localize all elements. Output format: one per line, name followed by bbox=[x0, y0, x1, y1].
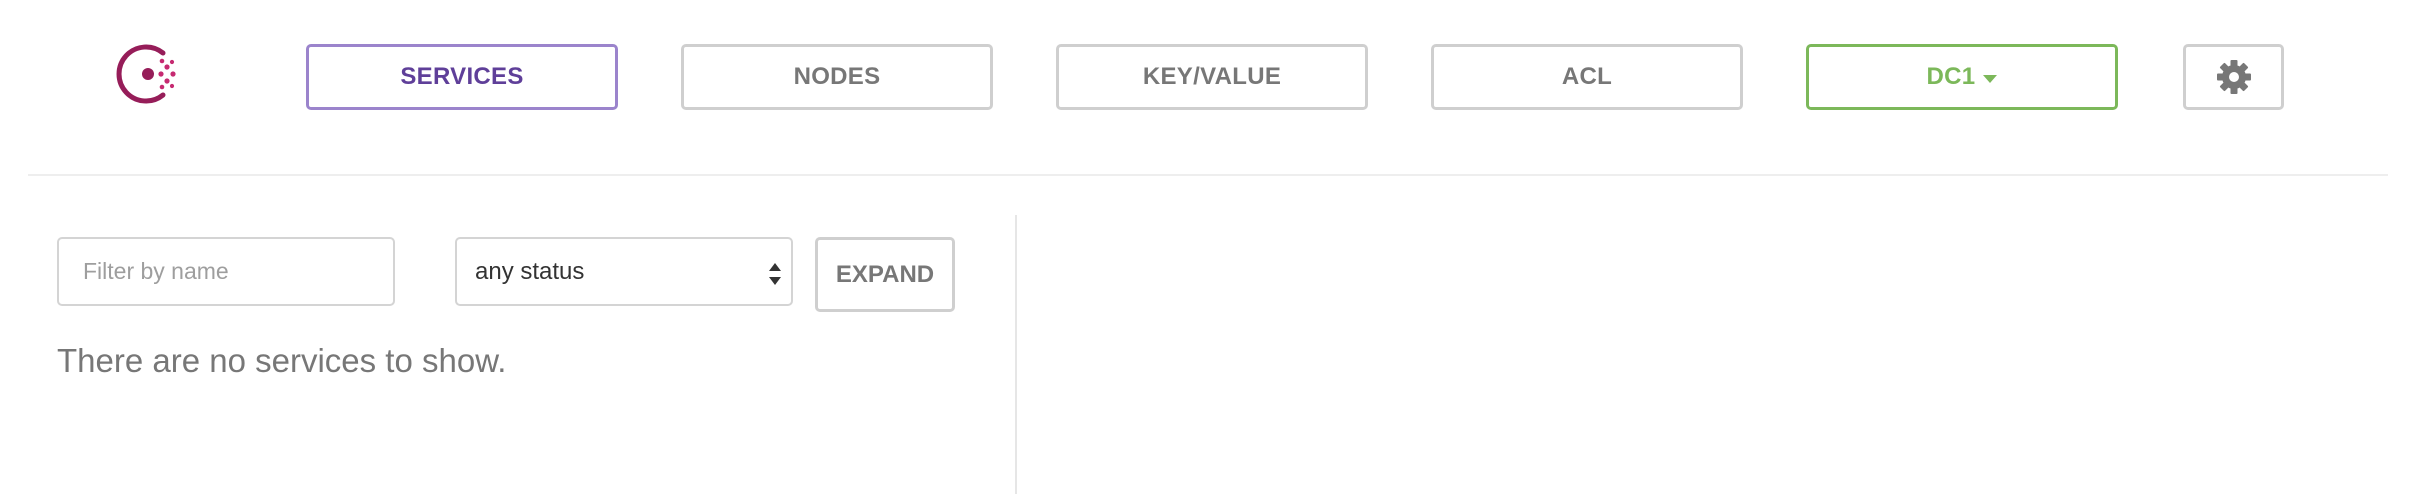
status-select-value: any status bbox=[475, 257, 585, 285]
datacenter-label: DC1 bbox=[1926, 63, 1976, 90]
sidebar-divider bbox=[1015, 215, 1017, 494]
consul-logo-icon[interactable] bbox=[115, 40, 183, 108]
header-divider bbox=[28, 174, 2388, 176]
nav-nodes-button[interactable]: NODES bbox=[681, 44, 993, 110]
datacenter-dropdown[interactable]: DC1 bbox=[1806, 44, 2118, 110]
status-select[interactable]: any status bbox=[455, 237, 793, 306]
select-arrows-icon bbox=[769, 263, 781, 285]
caret-down-icon bbox=[1983, 75, 1998, 83]
nav-acl-button[interactable]: ACL bbox=[1431, 44, 1743, 110]
gear-icon bbox=[2216, 60, 2251, 94]
nav-services-button[interactable]: SERVICES bbox=[306, 44, 618, 110]
filter-by-name-input[interactable] bbox=[57, 237, 395, 306]
settings-button[interactable] bbox=[2183, 44, 2284, 110]
nav-key-value-button[interactable]: KEY/VALUE bbox=[1056, 44, 1368, 110]
empty-services-message: There are no services to show. bbox=[57, 342, 507, 379]
expand-button[interactable]: EXPAND bbox=[815, 237, 955, 312]
